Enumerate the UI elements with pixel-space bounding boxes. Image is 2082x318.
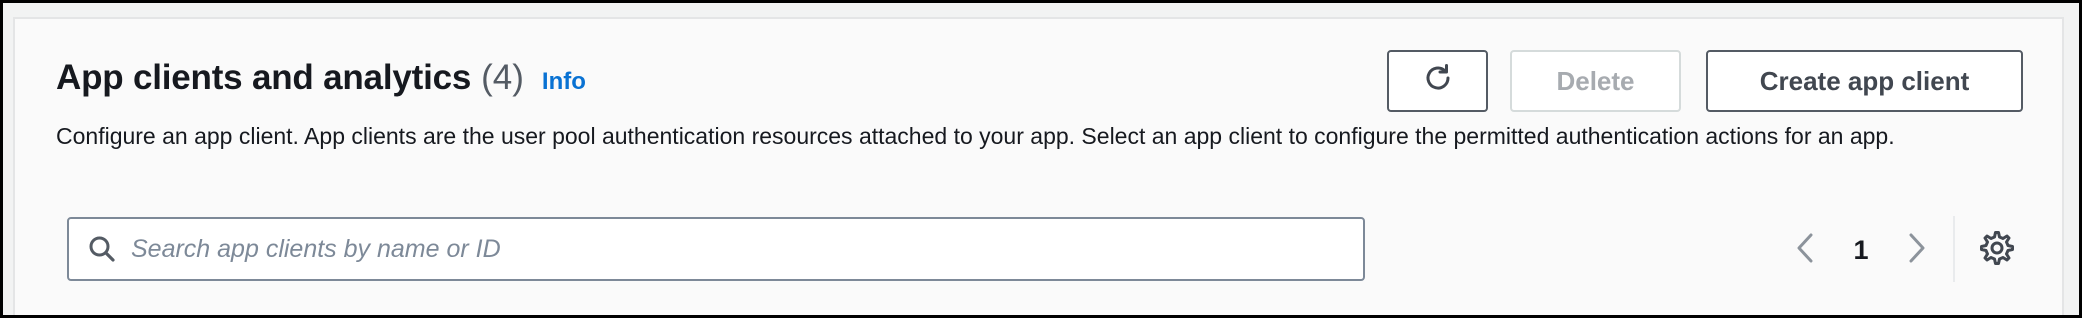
create-button-label: Create app client xyxy=(1759,65,1970,96)
header-description: Configure an app client. App clients are… xyxy=(56,123,1895,149)
chevron-right-icon xyxy=(1904,231,1928,270)
page-title: App clients and analytics xyxy=(56,58,472,97)
create-app-client-button[interactable]: Create app client xyxy=(1706,50,2023,112)
pagination-divider xyxy=(1953,216,1955,282)
search-input[interactable] xyxy=(131,229,1363,269)
delete-button-label: Delete xyxy=(1556,65,1635,96)
refresh-icon xyxy=(1422,62,1454,101)
gear-icon xyxy=(1980,230,2014,270)
header: App clients and analytics (4) Info xyxy=(56,58,586,98)
next-page-button[interactable] xyxy=(1896,230,1936,270)
item-count: (4) xyxy=(481,58,524,97)
page-number-button[interactable]: 1 xyxy=(1846,230,1876,270)
info-link[interactable]: Info xyxy=(542,68,586,96)
chevron-left-icon xyxy=(1794,231,1818,270)
preferences-button[interactable] xyxy=(1978,230,2016,270)
search-icon xyxy=(87,234,117,264)
previous-page-button[interactable] xyxy=(1786,230,1826,270)
delete-button[interactable]: Delete xyxy=(1510,50,1681,112)
refresh-button[interactable] xyxy=(1387,50,1488,112)
search-field[interactable] xyxy=(67,217,1365,281)
